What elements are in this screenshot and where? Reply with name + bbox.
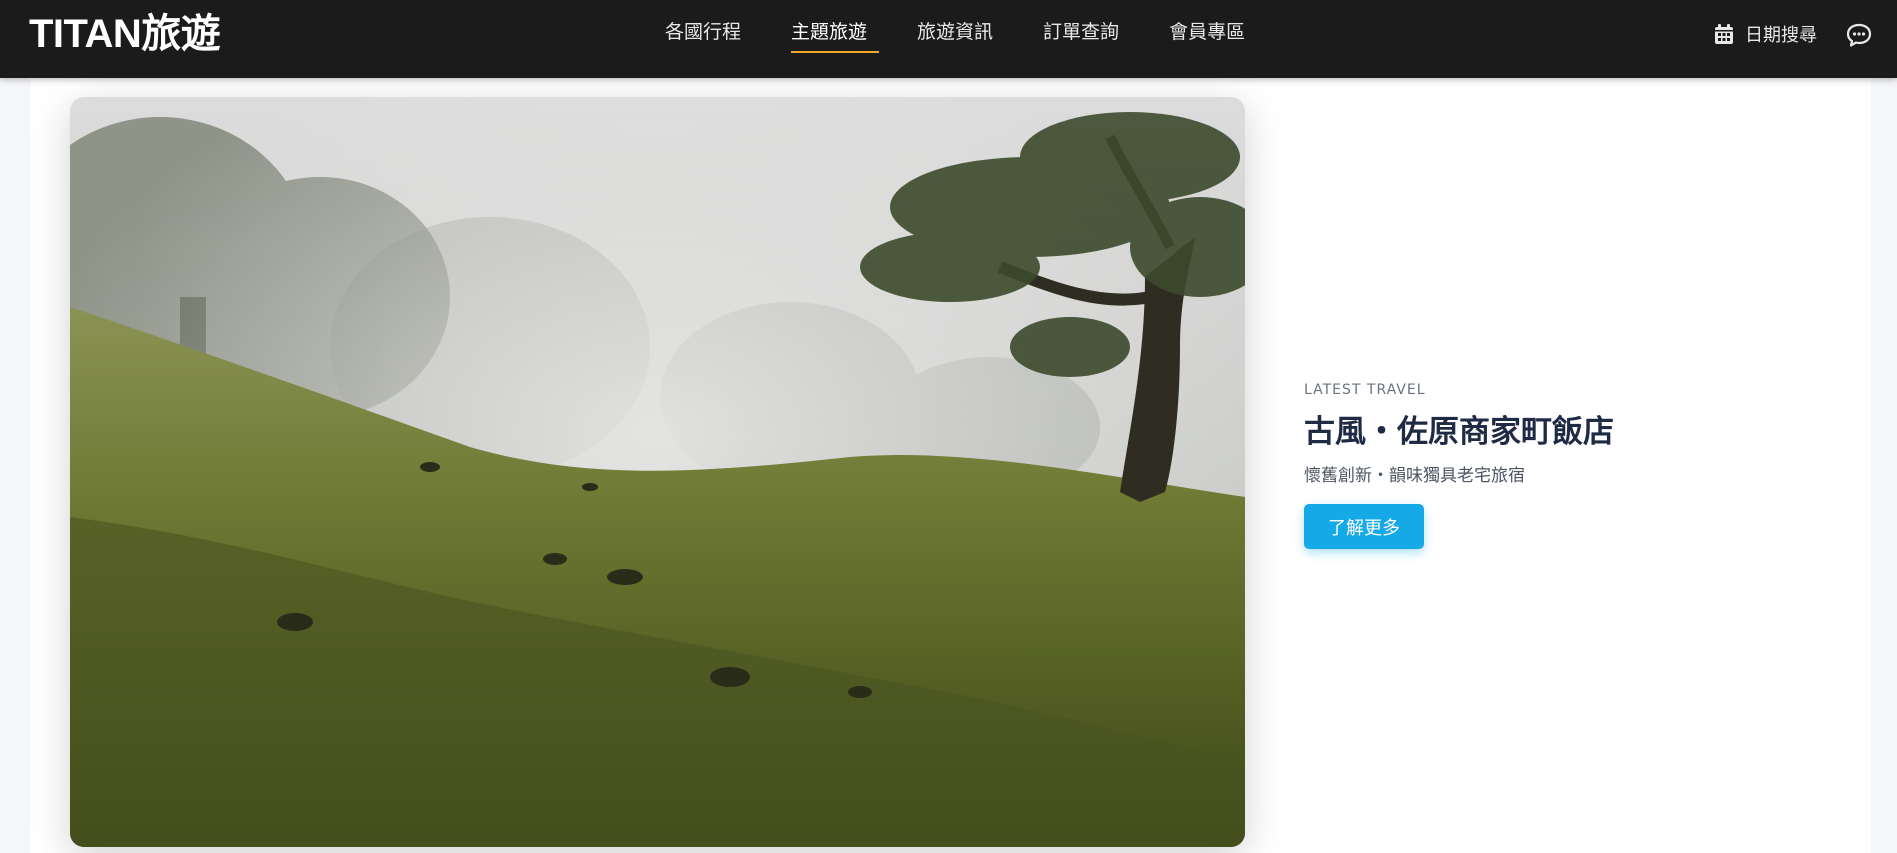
nav-item-countries[interactable]: 各國行程	[640, 0, 766, 78]
nav-item-member-area[interactable]: 會員專區	[1144, 0, 1270, 78]
nav-item-order-lookup[interactable]: 訂單查詢	[1018, 0, 1144, 78]
feature-image[interactable]	[70, 97, 1245, 847]
main-nav: 各國行程 主題旅遊 旅遊資訊 訂單查詢 會員專區	[640, 0, 1270, 78]
feature-info: LATEST TRAVEL 古風・佐原商家町飯店 懷舊創新・韻味獨具老宅旅宿 了…	[1304, 380, 1804, 549]
brand-logo[interactable]: TITAN旅遊	[29, 11, 221, 57]
calendar-icon	[1715, 24, 1733, 44]
top-navbar: TITAN旅遊 各國行程 主題旅遊 旅遊資訊 訂單查詢 會員專區 日期搜尋	[0, 0, 1897, 78]
date-search-button[interactable]: 日期搜尋	[1713, 19, 1817, 49]
chat-bubble-icon[interactable]	[1845, 21, 1873, 49]
feature-title: 古風・佐原商家町飯店	[1304, 414, 1614, 450]
active-nav-indicator	[791, 51, 879, 53]
nav-item-themes[interactable]: 主題旅遊	[766, 0, 892, 78]
misty-forest-image	[70, 97, 1245, 847]
date-search-label: 日期搜尋	[1745, 25, 1817, 46]
learn-more-button[interactable]: 了解更多	[1304, 504, 1424, 549]
section-eyebrow: LATEST TRAVEL	[1304, 382, 1426, 398]
feature-subtitle: 懷舊創新・韻味獨具老宅旅宿	[1304, 466, 1525, 486]
nav-item-travel-info[interactable]: 旅遊資訊	[892, 0, 1018, 78]
